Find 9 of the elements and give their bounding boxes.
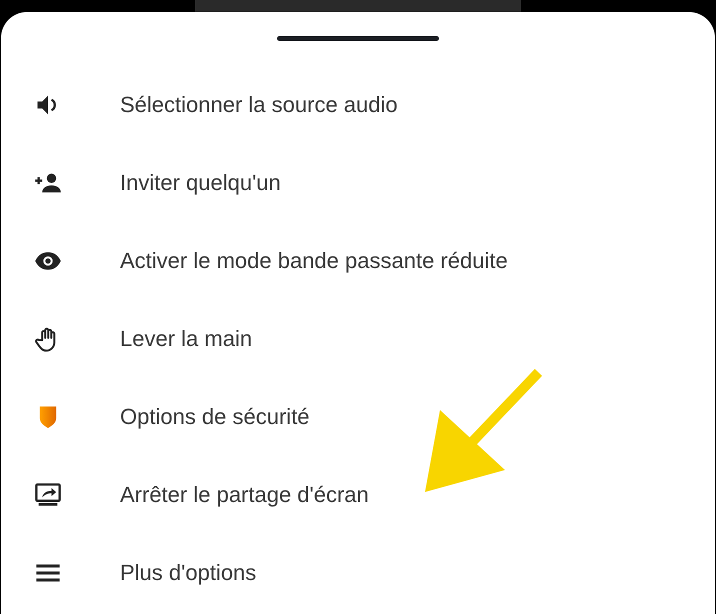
menu-item[interactable]: Inviter quelqu'un (1, 144, 716, 222)
screen-share-icon (34, 481, 62, 509)
menu-item[interactable]: Plus d'options (1, 534, 716, 612)
drag-handle[interactable] (277, 36, 439, 40)
menu-item[interactable]: Arrêter le partage d'écran (1, 456, 716, 534)
menu-item[interactable]: Options de sécurité (1, 378, 716, 456)
menu-item[interactable]: Sélectionner la source audio (1, 66, 716, 144)
menu-item[interactable]: Activer le mode bande passante réduite (1, 222, 716, 300)
menu-item[interactable]: Lever la main (1, 300, 716, 378)
